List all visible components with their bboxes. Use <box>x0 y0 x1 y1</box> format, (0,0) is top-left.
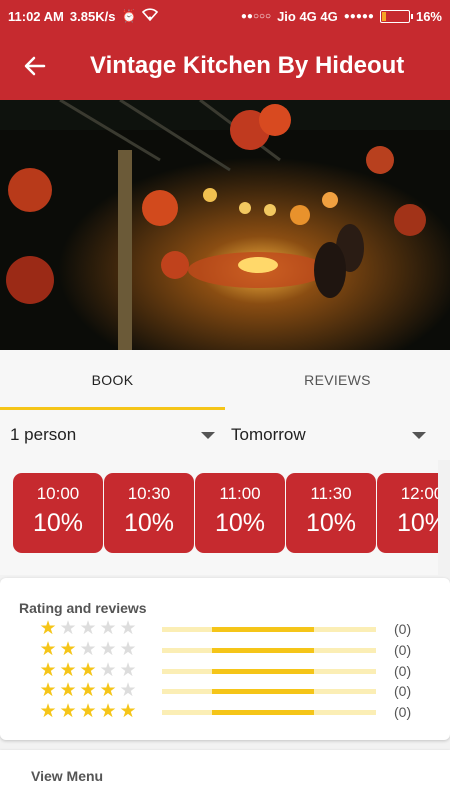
chevron-down-icon <box>201 431 215 439</box>
slot-time: 10:30 <box>127 484 171 503</box>
back-button[interactable] <box>0 32 70 100</box>
rating-bar-fill <box>212 648 314 653</box>
restaurant-photo <box>0 100 450 350</box>
rating-row: ★ ★ ★ ★ ★ (0) <box>38 702 411 722</box>
star-icon: ★ <box>39 680 57 701</box>
rating-count: (0) <box>394 683 412 699</box>
rating-bar <box>162 669 376 674</box>
rating-bar <box>162 648 376 653</box>
slot-time: 12:00 <box>400 484 438 503</box>
carrier-label: Jio 4G 4G <box>277 8 338 24</box>
rating-count: (0) <box>394 663 412 679</box>
day-value: Tomorrow <box>231 425 306 444</box>
star-icon: ★ <box>39 660 57 681</box>
star-icon: ★ <box>99 639 117 660</box>
time-slot[interactable]: 12:00 10% <box>377 473 438 553</box>
star-icon: ★ <box>59 701 77 722</box>
app-bar: Vintage Kitchen By Hideout <box>0 32 450 100</box>
arrow-left-icon <box>24 56 46 76</box>
time-slot[interactable]: 11:30 10% <box>286 473 376 553</box>
star-icon: ★ <box>99 680 117 701</box>
tab-book[interactable]: BOOK <box>0 350 225 410</box>
star-icon: ★ <box>79 680 97 701</box>
star-icon: ★ <box>119 680 137 701</box>
star-icon: ★ <box>119 639 137 660</box>
signal-dots-sim2: ●●●●● <box>343 10 374 22</box>
slot-discount: 10% <box>123 509 175 537</box>
party-size-value: 1 person <box>10 425 77 444</box>
rating-count: (0) <box>394 621 412 637</box>
star-rating: ★ ★ ★ ★ ★ <box>38 661 138 681</box>
star-icon: ★ <box>79 618 97 639</box>
time-slot[interactable]: 11:00 10% <box>195 473 285 553</box>
wifi-icon <box>142 8 159 24</box>
battery-icon <box>379 9 413 23</box>
star-rating: ★ ★ ★ ★ ★ <box>38 681 138 701</box>
slot-discount: 10% <box>32 509 84 537</box>
alarm-icon: ⏰ <box>121 9 137 23</box>
chevron-down-icon <box>412 431 426 439</box>
network-speed: 3.85K/s <box>69 8 116 24</box>
time-slot-list[interactable]: 10:00 10% 10:30 10% 11:00 10% 11:30 10% … <box>0 460 438 575</box>
rating-count: (0) <box>394 642 412 658</box>
rating-reviews-card: Rating and reviews ★ ★ ★ ★ ★ (0) ★ ★ ★ ★ ★ (0) ★ ★ ★ ★ ★… <box>0 578 450 740</box>
rating-bar-fill <box>212 689 314 694</box>
slot-time: 11:00 <box>219 484 261 503</box>
star-icon: ★ <box>99 660 117 681</box>
reviews-title: Rating and reviews <box>19 600 147 616</box>
star-icon: ★ <box>59 660 77 681</box>
star-icon: ★ <box>119 618 137 639</box>
rating-bar <box>162 710 376 715</box>
star-icon: ★ <box>119 660 137 681</box>
party-size-dropdown[interactable]: 1 person <box>0 410 229 460</box>
star-icon: ★ <box>39 618 57 639</box>
rating-count: (0) <box>394 704 412 720</box>
signal-dots-sim1: ●●○○○ <box>240 10 272 22</box>
time-slot[interactable]: 10:00 10% <box>13 473 103 553</box>
tab-reviews[interactable]: REVIEWS <box>225 350 450 410</box>
star-icon: ★ <box>59 639 77 660</box>
star-icon: ★ <box>79 639 97 660</box>
day-dropdown[interactable]: Tomorrow <box>229 410 450 460</box>
slot-discount: 10% <box>396 509 438 537</box>
view-menu-link[interactable]: View Menu <box>31 768 103 784</box>
rating-row: ★ ★ ★ ★ ★ (0) <box>38 681 411 701</box>
star-icon: ★ <box>99 701 117 722</box>
star-icon: ★ <box>79 701 97 722</box>
rating-row: ★ ★ ★ ★ ★ (0) <box>38 619 411 639</box>
star-icon: ★ <box>99 618 117 639</box>
booking-filters: 1 person Tomorrow <box>0 410 450 460</box>
time-slot[interactable]: 10:30 10% <box>104 473 194 553</box>
status-time: 11:02 AM <box>8 8 64 24</box>
rating-bar-fill <box>212 627 314 632</box>
slot-time: 10:00 <box>36 484 80 503</box>
battery-percent: 16% <box>415 8 442 24</box>
star-icon: ★ <box>119 701 137 722</box>
slot-time: 11:30 <box>310 484 352 503</box>
star-rating: ★ ★ ★ ★ ★ <box>38 640 138 660</box>
view-menu-card[interactable]: View Menu <box>0 750 450 800</box>
rating-bar-fill <box>212 669 314 674</box>
star-icon: ★ <box>79 660 97 681</box>
page-title: Vintage Kitchen By Hideout <box>90 52 405 79</box>
rating-bar-fill <box>212 710 314 715</box>
star-icon: ★ <box>59 618 77 639</box>
rating-bar <box>162 689 376 694</box>
rating-bar <box>162 627 376 632</box>
status-bar: 11:02 AM 3.85K/s ⏰ ●●○○○ Jio 4G 4G ●●●●●… <box>0 0 450 32</box>
tab-bar: BOOK REVIEWS <box>0 350 450 410</box>
slot-discount: 10% <box>214 509 266 537</box>
rating-row: ★ ★ ★ ★ ★ (0) <box>38 661 411 681</box>
star-rating: ★ ★ ★ ★ ★ <box>38 619 138 639</box>
star-icon: ★ <box>39 639 57 660</box>
star-icon: ★ <box>59 680 77 701</box>
star-rating: ★ ★ ★ ★ ★ <box>38 702 138 722</box>
star-icon: ★ <box>39 701 57 722</box>
slot-discount: 10% <box>305 509 357 537</box>
rating-row: ★ ★ ★ ★ ★ (0) <box>38 640 411 660</box>
